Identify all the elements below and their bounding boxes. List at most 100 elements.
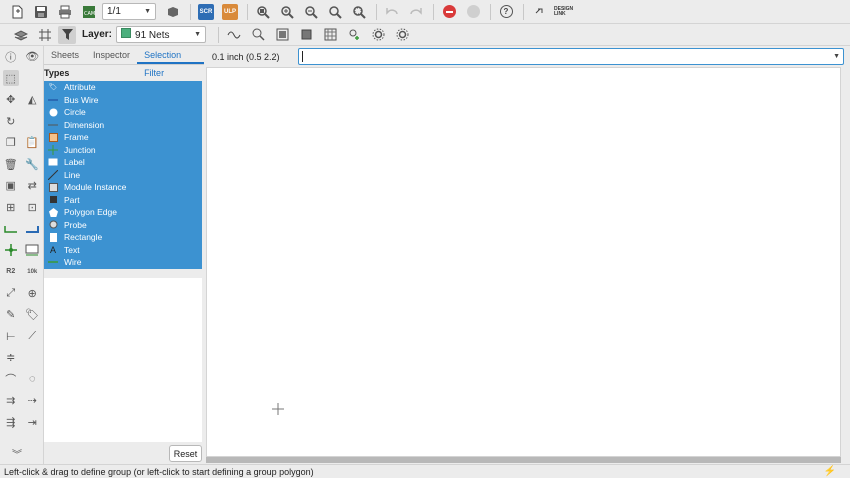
lightning-icon: ⚡ xyxy=(823,466,836,477)
list-item-label: Wire xyxy=(64,257,82,268)
dimension-tool-icon[interactable]: ≑ xyxy=(3,350,19,366)
horizontal-scrollbar[interactable] xyxy=(206,457,841,463)
layer-select[interactable]: 91 Nets ▼ xyxy=(116,26,207,43)
select-chip-icon[interactable] xyxy=(295,25,317,45)
wave-icon[interactable] xyxy=(223,25,245,45)
go-icon xyxy=(466,5,480,18)
miter-icon[interactable]: ⊢ xyxy=(3,328,19,344)
list-item[interactable]: A Text xyxy=(44,244,202,257)
gear-alt-icon[interactable] xyxy=(391,25,413,45)
design-link-button[interactable] xyxy=(528,2,550,22)
wrench-icon[interactable]: 🔧 xyxy=(24,156,40,172)
value-tool-icon[interactable]: 10k xyxy=(24,264,40,280)
new-file-icon[interactable] xyxy=(6,2,28,22)
print-icon[interactable] xyxy=(54,2,76,22)
probe-icon xyxy=(48,220,58,229)
zoom-in-icon[interactable] xyxy=(276,2,298,22)
mirror-icon[interactable]: ◭ xyxy=(24,92,40,108)
help-button[interactable]: ? xyxy=(495,2,517,22)
zoom-fit-icon[interactable] xyxy=(252,2,274,22)
undo-icon[interactable] xyxy=(381,2,403,22)
chevron-down-icon[interactable]: ▼ xyxy=(833,53,840,60)
chevron-double-down-icon[interactable]: ︾ xyxy=(12,446,22,461)
filter-icon[interactable] xyxy=(58,25,76,44)
probe-tool-icon[interactable]: ⇢ xyxy=(24,393,40,409)
reset-button[interactable]: Reset xyxy=(169,445,202,462)
circle-tool-icon[interactable]: ◌ xyxy=(24,371,40,387)
list-item[interactable]: Polygon Edge xyxy=(44,206,202,219)
link-icon xyxy=(535,8,543,13)
layer-settings-icon[interactable] xyxy=(10,25,32,45)
pin-tool-icon[interactable]: ⇉ xyxy=(3,393,19,409)
tag-icon: 🏷 xyxy=(48,84,58,92)
select-rect-icon[interactable] xyxy=(271,25,293,45)
bus-icon[interactable] xyxy=(24,221,40,237)
bus-wire-icon xyxy=(48,95,58,104)
list-item[interactable]: Frame xyxy=(44,131,202,144)
add-part-icon[interactable]: ▣ xyxy=(3,178,19,194)
list-item[interactable]: Wire xyxy=(44,256,202,269)
command-input[interactable]: ▼ xyxy=(298,48,844,65)
net-icon[interactable] xyxy=(3,221,19,237)
list-item[interactable]: Line xyxy=(44,169,202,182)
delete-icon[interactable]: 🗑 xyxy=(3,156,19,172)
smash-icon[interactable]: ⤢ xyxy=(3,285,19,301)
go-button[interactable] xyxy=(462,2,484,22)
copy-icon[interactable]: ❐ xyxy=(3,135,19,151)
list-item[interactable]: 🏷 Attribute xyxy=(44,81,202,94)
replace-icon[interactable]: ⊡ xyxy=(24,199,40,215)
toolbar-divider xyxy=(190,3,191,20)
list-item[interactable]: Probe xyxy=(44,219,202,232)
pin-swap-icon[interactable]: ⇄ xyxy=(24,178,40,194)
eye-icon[interactable]: 👁 xyxy=(24,49,40,65)
info-icon[interactable]: ⓘ xyxy=(3,49,19,65)
label-icon xyxy=(48,158,58,167)
list-item[interactable]: Junction xyxy=(44,144,202,157)
types-list: 🏷 Attribute Bus Wire Circle Dimension Fra… xyxy=(44,81,202,269)
save-icon[interactable] xyxy=(30,2,52,22)
gate-swap-icon[interactable]: ⊞ xyxy=(3,199,19,215)
attribute-tool-icon[interactable]: 🏷 xyxy=(24,307,40,323)
gear-icon[interactable] xyxy=(367,25,389,45)
zoom-select-icon[interactable] xyxy=(348,2,370,22)
add-net-icon[interactable] xyxy=(343,25,365,45)
module-icon xyxy=(48,182,58,192)
line-tool-icon[interactable]: ⟋ xyxy=(24,328,40,344)
script-button[interactable]: SCR xyxy=(195,2,217,22)
sheet-select[interactable]: 1/1 ▼ xyxy=(102,3,156,20)
invoke-icon[interactable]: ⊕ xyxy=(24,285,40,301)
zoom-tool-icon[interactable] xyxy=(247,25,269,45)
schematic-canvas[interactable] xyxy=(206,67,841,457)
list-item[interactable]: Dimension xyxy=(44,119,202,132)
list-item[interactable]: Rectangle xyxy=(44,231,202,244)
split-icon[interactable]: ✎ xyxy=(3,307,19,323)
list-item-label: Junction xyxy=(64,144,96,155)
redo-icon[interactable] xyxy=(405,2,427,22)
name-tool-icon[interactable]: R2 xyxy=(3,264,19,280)
zoom-out-icon[interactable] xyxy=(300,2,322,22)
tab-inspector[interactable]: Inspector xyxy=(86,46,137,64)
board-switch-icon[interactable] xyxy=(162,2,184,22)
stop-button[interactable] xyxy=(438,2,460,22)
arc-tool-icon[interactable]: ⌒ xyxy=(3,371,19,387)
select-grid-icon[interactable] xyxy=(319,25,341,45)
ulp-button[interactable]: ULP xyxy=(219,2,241,22)
paste-icon[interactable]: 📋 xyxy=(24,135,40,151)
list-item[interactable]: Bus Wire xyxy=(44,94,202,107)
frame-tool-icon[interactable]: ⇥ xyxy=(24,414,40,430)
move-icon[interactable]: ✥ xyxy=(3,92,19,108)
group-select-icon[interactable]: ⬚ xyxy=(2,70,19,87)
grid-icon[interactable] xyxy=(34,25,56,45)
list-item[interactable]: Circle xyxy=(44,106,202,119)
cam-icon[interactable]: CAM xyxy=(78,2,100,22)
label-tool-icon[interactable] xyxy=(24,242,40,258)
junction-tool-icon[interactable] xyxy=(3,242,19,258)
list-item[interactable]: Module Instance xyxy=(44,181,202,194)
rotate-icon[interactable]: ↻ xyxy=(3,113,19,129)
zoom-redraw-icon[interactable] xyxy=(324,2,346,22)
tab-sheets[interactable]: Sheets xyxy=(44,46,86,64)
erc-icon[interactable]: ⇶ xyxy=(3,414,19,430)
list-item[interactable]: Part xyxy=(44,194,202,207)
tab-selection-filter[interactable]: Selection Filter xyxy=(137,46,204,78)
list-item[interactable]: Label xyxy=(44,156,202,169)
